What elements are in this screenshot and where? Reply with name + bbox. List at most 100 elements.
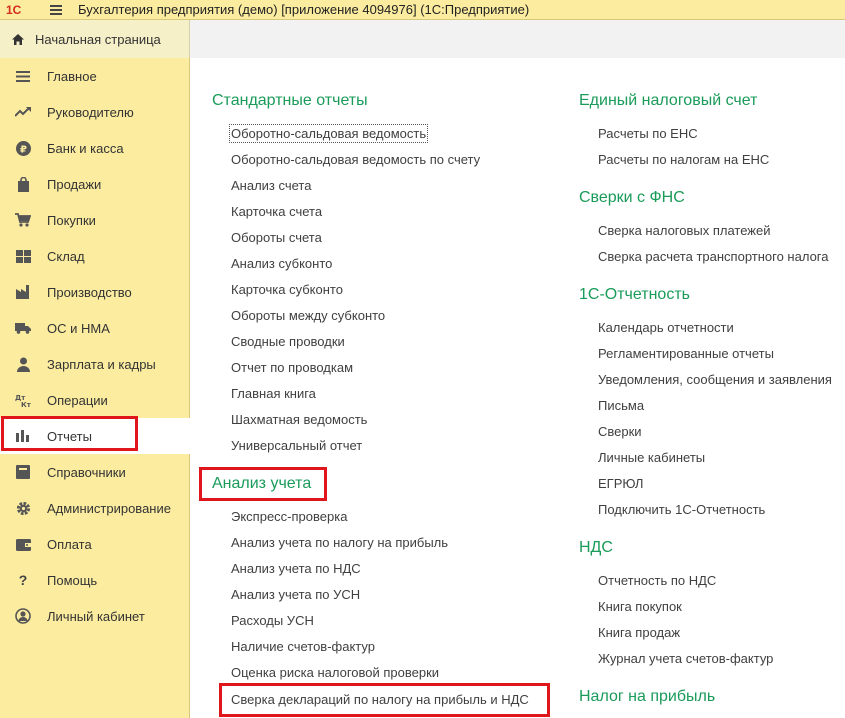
bag-icon xyxy=(14,175,32,193)
truck-icon xyxy=(14,319,32,337)
sidebar-item-bank[interactable]: ₽ Банк и касса xyxy=(0,130,189,166)
sidebar-item-label: Оплата xyxy=(47,536,92,552)
warehouse-icon xyxy=(14,247,32,265)
sidebar-item-main[interactable]: Главное xyxy=(0,58,189,94)
sidebar-item-label: Продажи xyxy=(47,176,102,192)
factory-icon xyxy=(14,283,32,301)
link-tax-audit-risk[interactable]: Оценка риска налоговой проверки xyxy=(231,665,439,680)
sidebar-item-director[interactable]: Руководителю xyxy=(0,94,189,130)
sidebar-item-production[interactable]: Производство xyxy=(0,274,189,310)
sidebar-item-label: Администрирование xyxy=(47,500,171,516)
section-title-ens: Единый налоговый счет xyxy=(579,92,758,109)
link-usn-analysis[interactable]: Анализ учета по УСН xyxy=(231,587,360,602)
window-title: Бухгалтерия предприятия (демо) [приложен… xyxy=(78,2,530,17)
sidebar-item-label: Справочники xyxy=(47,464,126,480)
sidebar-item-label: ОС и НМА xyxy=(47,320,110,336)
link-reconciliations[interactable]: Сверки xyxy=(598,424,642,439)
link-letters[interactable]: Письма xyxy=(598,398,644,413)
sidebar-item-account[interactable]: Личный кабинет xyxy=(0,598,189,634)
link-reporting-calendar[interactable]: Календарь отчетности xyxy=(598,320,734,335)
question-icon: ? xyxy=(18,572,28,588)
link-express-check[interactable]: Экспресс-проверка xyxy=(231,509,347,524)
sidebar-item-sales[interactable]: Продажи xyxy=(0,166,189,202)
link-vat-analysis[interactable]: Анализ учета по НДС xyxy=(231,561,361,576)
link-regulated-reports[interactable]: Регламентированные отчеты xyxy=(598,346,774,361)
sidebar: Главное Руководителю ₽ Банк и касса Прод… xyxy=(0,58,190,718)
sidebar-item-salary[interactable]: Зарплата и кадры xyxy=(0,346,189,382)
sidebar-item-label: Операции xyxy=(47,392,108,408)
section-title-profit-tax: Налог на прибыль xyxy=(579,688,716,705)
sidebar-item-catalogs[interactable]: Справочники xyxy=(0,454,189,490)
link-notifications[interactable]: Уведомления, сообщения и заявления xyxy=(598,372,832,387)
sidebar-item-label: Зарплата и кадры xyxy=(47,356,156,372)
link-egrul[interactable]: ЕГРЮЛ xyxy=(598,476,643,491)
book-icon xyxy=(14,463,32,481)
link-universal-report[interactable]: Универсальный отчет xyxy=(231,438,362,453)
section-title-vat: НДС xyxy=(579,539,613,556)
logo-text: 1С xyxy=(6,2,22,17)
menu-icon xyxy=(14,67,32,85)
link-usn-expenses[interactable]: Расходы УСН xyxy=(231,613,314,628)
link-profit-tax-analysis[interactable]: Анализ учета по налогу на прибыль xyxy=(231,535,448,550)
ruble-icon: ₽ xyxy=(14,139,32,157)
link-chess-sheet[interactable]: Шахматная ведомость xyxy=(231,412,367,427)
sidebar-item-label: Личный кабинет xyxy=(47,608,145,624)
link-purchase-book[interactable]: Книга покупок xyxy=(598,599,682,614)
title-bar: 1С Бухгалтерия предприятия (демо) [прило… xyxy=(0,0,845,20)
link-entries-report[interactable]: Отчет по проводкам xyxy=(231,360,353,375)
link-connect-1c-reporting[interactable]: Подключить 1С-Отчетность xyxy=(598,502,765,517)
person-icon xyxy=(14,355,32,373)
sidebar-item-label: Производство xyxy=(47,284,132,300)
link-ens-settlements[interactable]: Расчеты по ЕНС xyxy=(598,126,698,141)
home-tab[interactable]: Начальная страница xyxy=(0,20,190,58)
link-summary-entries[interactable]: Сводные проводки xyxy=(231,334,345,349)
sidebar-item-help[interactable]: ? Помощь xyxy=(0,562,189,598)
link-invoice-journal[interactable]: Журнал учета счетов-фактур xyxy=(598,651,773,666)
link-transport-tax-reconciliation[interactable]: Сверка расчета транспортного налога xyxy=(598,249,828,264)
sidebar-item-label: Банк и касса xyxy=(47,140,124,156)
dt-kt-icon: Дт Кт xyxy=(14,391,32,409)
link-account-analysis[interactable]: Анализ счета xyxy=(231,178,311,193)
sidebar-item-admin[interactable]: Администрирование xyxy=(0,490,189,526)
sidebar-item-fixed-assets[interactable]: ОС и НМА xyxy=(0,310,189,346)
sidebar-item-label: Склад xyxy=(47,248,85,264)
section-title-accounting-analysis: Анализ учета xyxy=(212,475,312,492)
sidebar-item-label: Помощь xyxy=(47,572,98,588)
link-subconto-analysis[interactable]: Анализ субконто xyxy=(231,256,332,271)
hamburger-menu-icon[interactable] xyxy=(50,4,62,15)
trend-icon xyxy=(14,103,32,121)
link-invoices-availability[interactable]: Наличие счетов-фактур xyxy=(231,639,375,654)
1c-logo: 1С xyxy=(6,3,36,17)
svg-text:₽: ₽ xyxy=(20,144,27,155)
link-turnover-balance-account[interactable]: Оборотно-сальдовая ведомость по счету xyxy=(231,152,480,167)
sidebar-item-payment[interactable]: Оплата xyxy=(0,526,189,562)
svg-text:Кт: Кт xyxy=(21,401,31,408)
cart-icon xyxy=(14,211,32,229)
sidebar-item-label: Отчеты xyxy=(47,428,92,444)
sidebar-item-label: Руководителю xyxy=(47,104,134,120)
section-title-1c-reporting: 1С-Отчетность xyxy=(579,286,690,303)
wallet-icon xyxy=(14,535,32,553)
link-tax-payments-reconciliation[interactable]: Сверка налоговых платежей xyxy=(598,223,771,238)
sidebar-item-operations[interactable]: Дт Кт Операции xyxy=(0,382,189,418)
sidebar-item-label: Главное xyxy=(47,68,97,84)
link-personal-accounts[interactable]: Личные кабинеты xyxy=(598,450,705,465)
link-sales-book[interactable]: Книга продаж xyxy=(598,625,680,640)
sidebar-item-label: Покупки xyxy=(47,212,96,228)
user-circle-icon xyxy=(14,607,32,625)
link-subconto-card[interactable]: Карточка субконто xyxy=(231,282,343,297)
main-content: Стандартные отчеты Оборотно-сальдовая ве… xyxy=(190,58,845,718)
sidebar-item-purchases[interactable]: Покупки xyxy=(0,202,189,238)
section-title-standard-reports: Стандартные отчеты xyxy=(212,92,368,109)
sidebar-item-reports[interactable]: Отчеты xyxy=(0,418,190,454)
link-general-ledger[interactable]: Главная книга xyxy=(231,386,316,401)
link-vat-reporting[interactable]: Отчетность по НДС xyxy=(598,573,716,588)
link-account-card[interactable]: Карточка счета xyxy=(231,204,322,219)
link-turnover-balance[interactable]: Оборотно-сальдовая ведомость xyxy=(228,124,429,143)
sidebar-item-warehouse[interactable]: Склад xyxy=(0,238,189,274)
link-account-turnover[interactable]: Обороты счета xyxy=(231,230,322,245)
link-subconto-turnover[interactable]: Обороты между субконто xyxy=(231,308,385,323)
section-title-fns: Сверки с ФНС xyxy=(579,189,685,206)
link-ens-tax-settlements[interactable]: Расчеты по налогам на ЕНС xyxy=(598,152,769,167)
link-declaration-reconciliation[interactable]: Сверка деклараций по налогу на прибыль и… xyxy=(231,692,529,707)
